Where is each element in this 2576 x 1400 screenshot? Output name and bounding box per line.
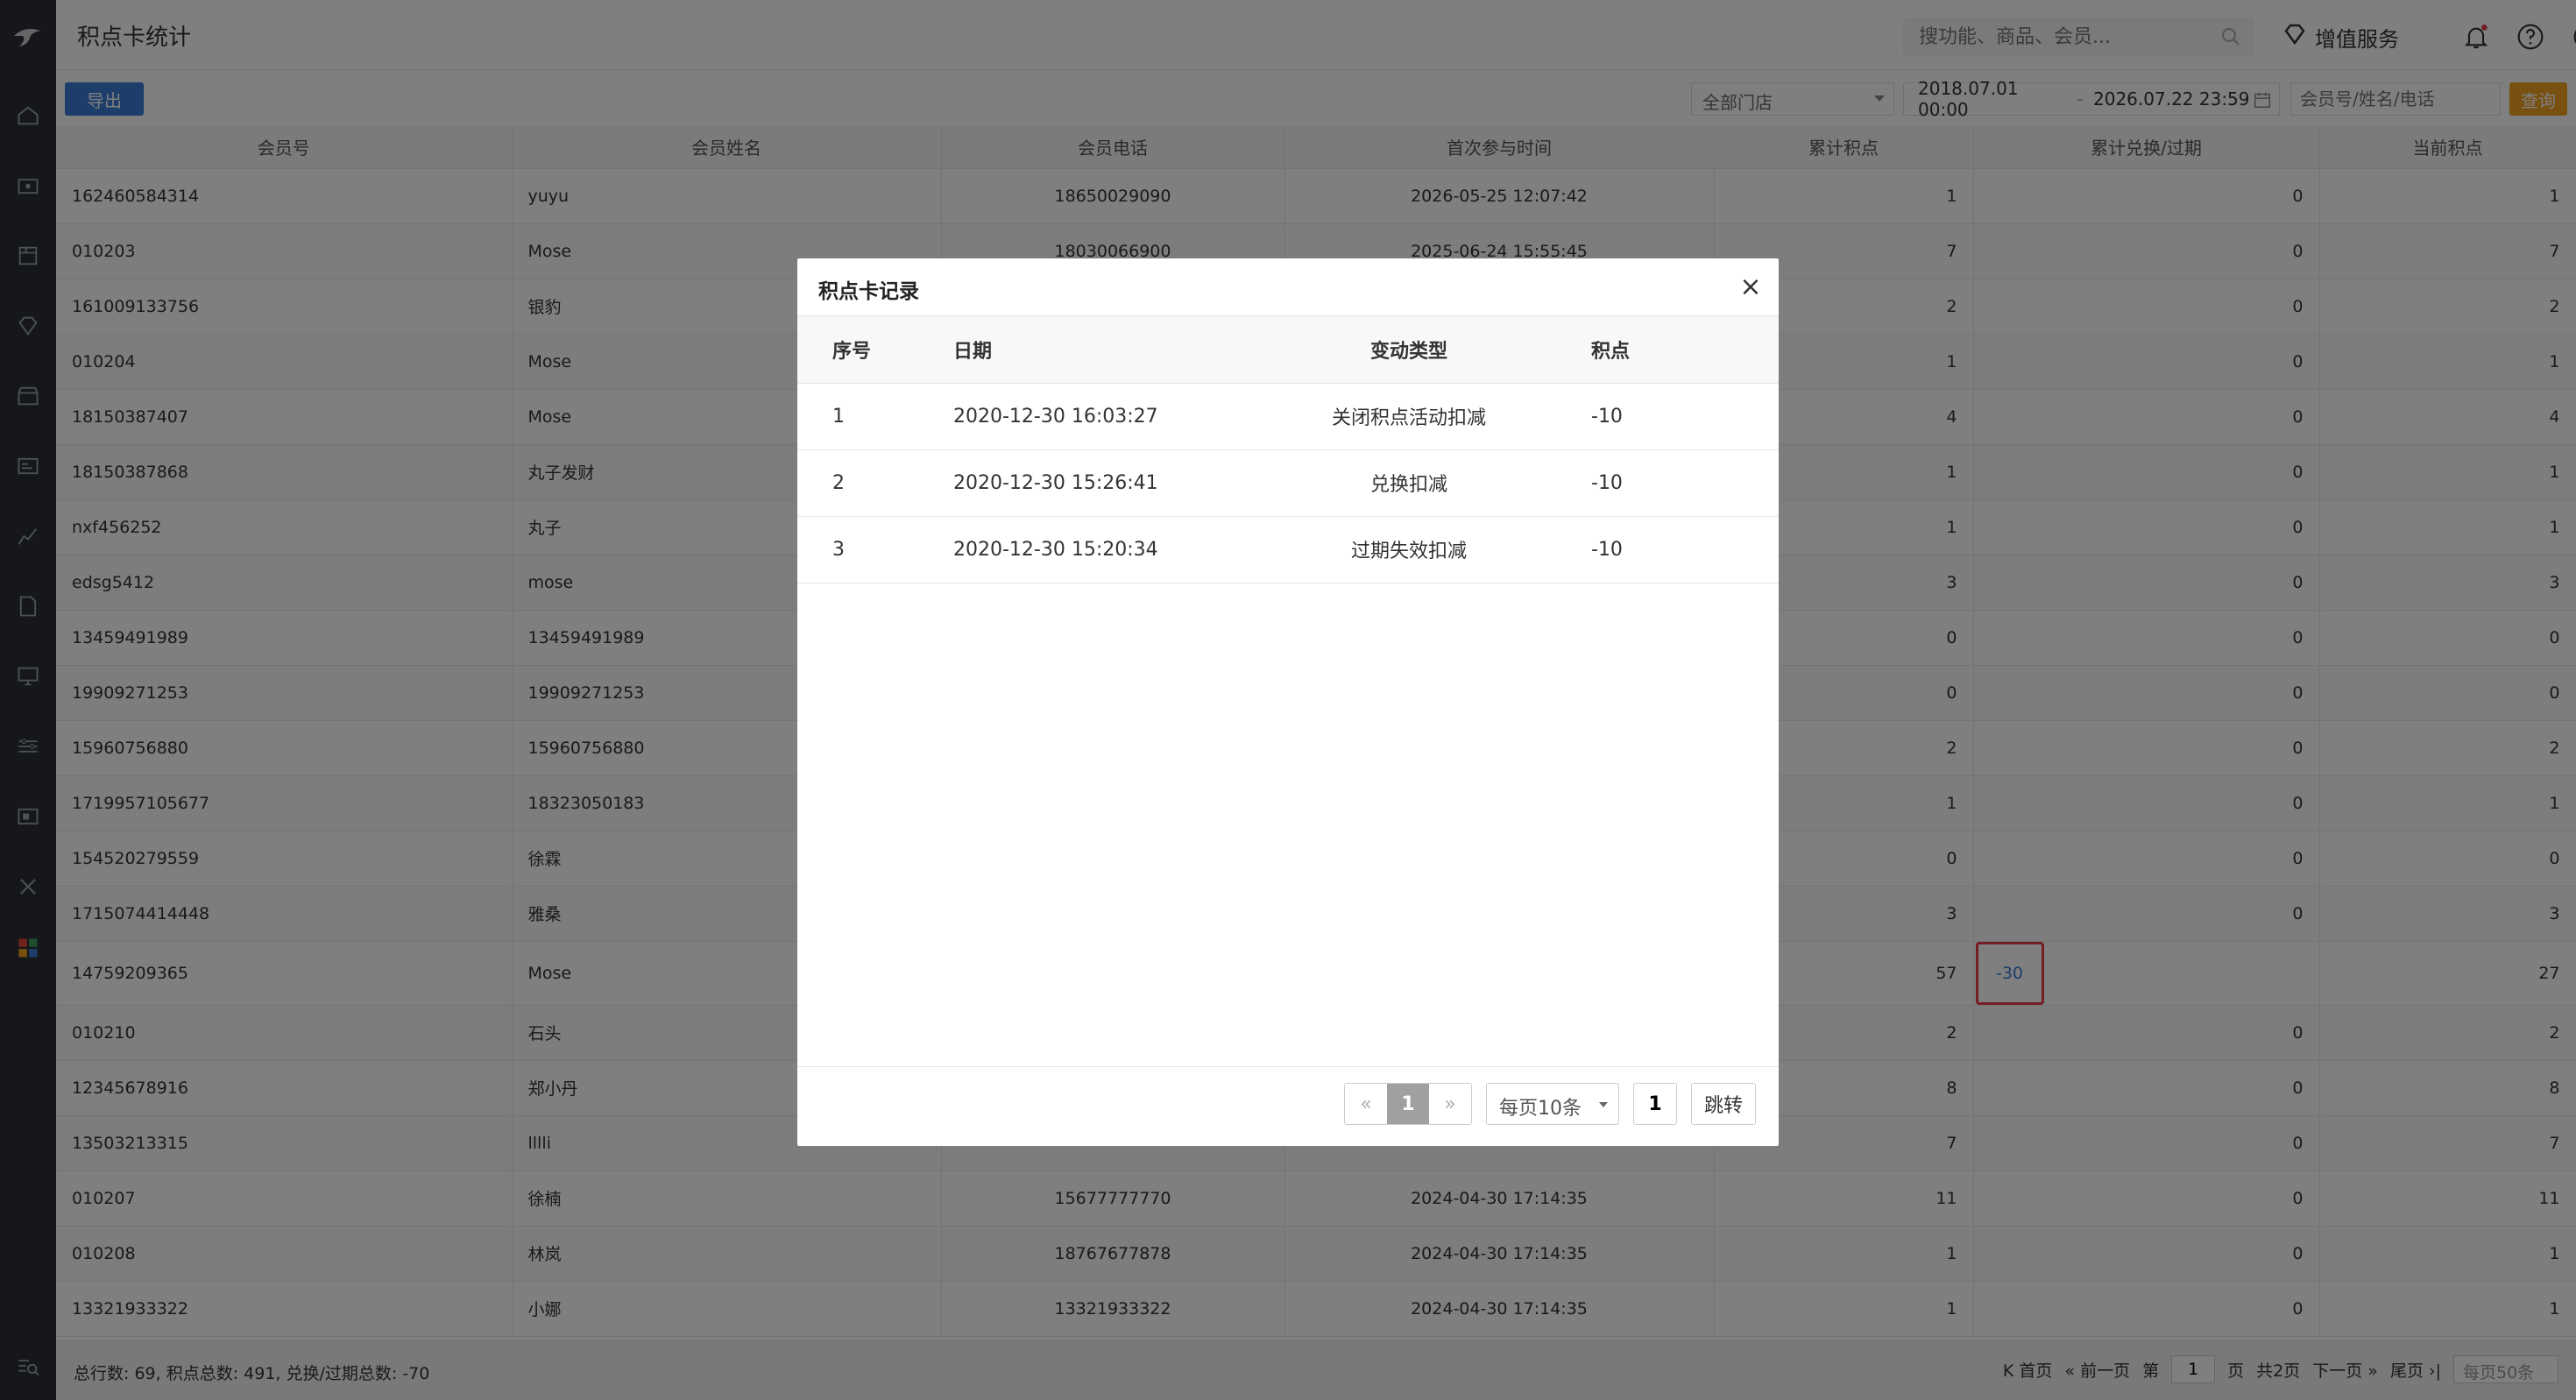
record-cell: 过期失效扣减 bbox=[1269, 516, 1549, 583]
record-column-header: 日期 bbox=[953, 316, 1269, 384]
record-cell: 2020-12-30 16:03:27 bbox=[953, 383, 1269, 450]
record-column-header: 变动类型 bbox=[1269, 316, 1549, 384]
record-cell: 2020-12-30 15:26:41 bbox=[953, 449, 1269, 517]
modal-pager: « 1 » 每页10条 跳转 bbox=[1343, 1083, 1756, 1125]
record-cell: -10 bbox=[1549, 383, 1779, 450]
record-cell: 3 bbox=[797, 516, 953, 583]
close-icon[interactable]: × bbox=[1735, 271, 1766, 302]
modal-header: 积点卡记录 × bbox=[797, 258, 1779, 316]
points-record-table: 序号 日期 变动类型 积点 1 2020-12-30 16:03:27 关闭积点活动… bbox=[797, 316, 1779, 583]
record-cell: -10 bbox=[1549, 516, 1779, 583]
modal-per-page-select[interactable]: 每页10条 bbox=[1485, 1083, 1619, 1125]
modal-page-buttons: « 1 » bbox=[1343, 1083, 1472, 1125]
record-row: 2 2020-12-30 15:26:41 兑换扣减 -10 bbox=[797, 449, 1779, 517]
record-cell: 关闭积点活动扣减 bbox=[1269, 383, 1549, 450]
record-column-header: 序号 bbox=[797, 316, 953, 384]
modal-current-page-button[interactable]: 1 bbox=[1386, 1084, 1429, 1124]
record-cell: 2 bbox=[797, 449, 953, 517]
modal-page-input[interactable] bbox=[1632, 1083, 1677, 1125]
chevron-down-icon bbox=[1598, 1102, 1608, 1107]
modal-footer: « 1 » 每页10条 跳转 bbox=[797, 1066, 1779, 1146]
points-record-modal: 积点卡记录 × 序号 日期 变动类型 积点 1 2020-12-30 16:03:… bbox=[797, 258, 1779, 1146]
modal-jump-button[interactable]: 跳转 bbox=[1690, 1083, 1756, 1125]
modal-next-page-button[interactable]: » bbox=[1428, 1084, 1471, 1124]
record-cell: 2020-12-30 15:20:34 bbox=[953, 516, 1269, 583]
record-row: 3 2020-12-30 15:20:34 过期失效扣减 -10 bbox=[797, 516, 1779, 583]
record-cell: 兑换扣减 bbox=[1269, 449, 1549, 517]
modal-title: 积点卡记录 bbox=[818, 280, 919, 303]
record-cell: 1 bbox=[797, 383, 953, 450]
record-header-row: 序号 日期 变动类型 积点 bbox=[797, 316, 1779, 384]
record-column-header: 积点 bbox=[1549, 316, 1779, 384]
record-row: 1 2020-12-30 16:03:27 关闭积点活动扣减 -10 bbox=[797, 383, 1779, 450]
record-cell: -10 bbox=[1549, 449, 1779, 517]
modal-per-page-value: 每页10条 bbox=[1498, 1098, 1582, 1120]
modal-prev-page-button[interactable]: « bbox=[1344, 1084, 1387, 1124]
